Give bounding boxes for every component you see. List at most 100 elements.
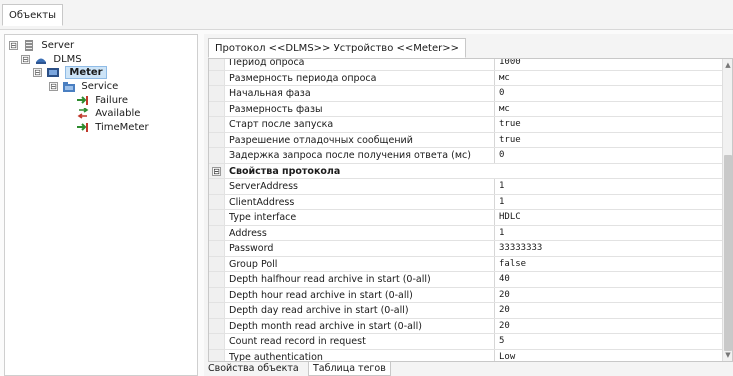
tree-label-meter: Meter [65,66,107,79]
row-gutter [209,225,225,240]
tree-label-available: Available [95,108,141,119]
property-value[interactable]: 20 [499,303,719,318]
property-row[interactable]: Password 33333333 [209,241,723,257]
property-row[interactable]: Период опроса 1000 [209,59,723,71]
row-gutter [209,241,225,256]
row-gutter [209,334,225,349]
property-name: Count read record in request [229,334,495,349]
tab-objects[interactable]: Объекты [2,4,64,26]
tree-label-failure: Failure [95,95,129,106]
property-row[interactable]: Depth halfhour read archive in start (0-… [209,272,723,288]
top-tab-strip: Объекты [0,0,733,30]
tree-item-server[interactable]: ⊟ Server [9,39,74,53]
property-value[interactable]: HDLC [499,210,719,225]
property-value[interactable]: мс [499,71,719,86]
property-value[interactable]: мс [499,102,719,117]
tree-item-meter[interactable]: ⊟ Meter [33,66,107,80]
property-name: Depth day read archive in start (0-all) [229,303,495,318]
property-grid[interactable]: Период опроса 1000 Размерность периода опр… [208,58,733,362]
property-row[interactable]: Размерность периода опроса мс [209,70,723,86]
scroll-up-icon[interactable]: ▲ [723,59,732,71]
row-gutter [209,148,225,163]
scroll-thumb[interactable] [724,155,732,351]
folder-icon [63,81,76,92]
scroll-down-icon[interactable]: ▼ [723,349,732,361]
tree-item-service[interactable]: ⊟ Service [49,80,118,94]
property-value[interactable]: 1 [499,195,719,210]
protocol-icon [35,54,47,65]
property-row[interactable]: Address 1 [209,225,723,241]
tree-label-dlms: DLMS [53,54,82,65]
property-row[interactable]: Type interface HDLC [209,210,723,226]
row-gutter [209,194,225,209]
property-row[interactable]: Старт после запуска true [209,117,723,133]
property-row[interactable]: Depth day read archive in start (0-all) 2… [209,303,723,319]
tree-item-failure[interactable]: Failure [77,94,128,108]
collapse-icon[interactable]: ⊟ [49,81,58,91]
property-panel: Протокол <<DLMS>> Устройство <<Meter>> П… [204,34,733,376]
property-row[interactable]: Depth month read archive in start (0-all… [209,318,723,334]
property-value[interactable]: 5 [499,334,719,349]
property-rows: Период опроса 1000 Размерность периода опр… [209,59,723,362]
tag-arrow-icon [77,122,89,133]
property-value[interactable]: 1 [499,179,719,194]
tab-protocol-device[interactable]: Протокол <<DLMS>> Устройство <<Meter>> [208,38,466,58]
property-name: Depth month read archive in start (0-all… [229,318,495,333]
property-row[interactable]: Размерность фазы мс [209,101,723,117]
row-gutter [209,59,225,70]
property-row[interactable]: ServerAddress 1 [209,179,723,195]
property-value[interactable]: true [499,117,719,132]
property-row[interactable]: Count read record in request 5 [209,334,723,350]
row-gutter [209,287,225,302]
property-category-row[interactable]: ⊟ Свойства протокола [209,163,723,179]
tree-label-server: Server [41,40,75,51]
property-row[interactable]: Type authentication Low [209,349,723,362]
property-row[interactable]: Разрешение отладочных сообщений true [209,132,723,148]
property-name: Type interface [229,210,495,225]
row-gutter [209,70,225,85]
tree-label-timemeter: TimeMeter [95,122,149,133]
row-gutter [209,318,225,333]
vertical-scrollbar[interactable]: ▲ ▼ [722,59,732,361]
collapse-icon[interactable]: ⊟ [9,40,18,50]
row-gutter [209,117,225,132]
property-value[interactable]: 40 [499,272,719,287]
property-name: Depth halfhour read archive in start (0-… [229,272,495,287]
collapse-icon[interactable]: ⊟ [212,166,221,176]
property-name: Размерность периода опроса [229,70,495,85]
row-gutter [209,179,225,194]
property-value[interactable]: 0 [499,86,719,101]
tab-object-properties[interactable]: Свойства объекта [204,362,303,376]
tab-tag-table[interactable]: Таблица тегов [308,362,391,376]
tree-item-available[interactable]: Available [77,106,141,121]
property-value[interactable]: 1 [499,226,719,241]
property-row[interactable]: Начальная фаза 0 [209,86,723,102]
property-name: ClientAddress [229,194,495,209]
object-tree[interactable]: ⊟ Server ⊟ DLMS ⊟ Meter ⊟ Service Failur… [4,34,198,376]
property-value[interactable]: 20 [499,288,719,303]
property-name: Период опроса [229,59,495,70]
property-value[interactable]: true [499,133,719,148]
row-gutter: ⊟ [209,163,225,178]
property-value[interactable]: 20 [499,319,719,334]
property-value[interactable]: 0 [499,148,719,163]
property-name: ServerAddress [229,179,495,194]
tree-item-timemeter[interactable]: TimeMeter [77,121,149,135]
row-gutter [209,210,225,225]
property-row[interactable]: Group Poll false [209,256,723,272]
property-name: Address [229,225,495,240]
collapse-icon[interactable]: ⊟ [21,54,30,64]
property-value[interactable]: Low [499,350,719,362]
property-row[interactable]: ClientAddress 1 [209,194,723,210]
property-name: Размерность фазы [229,101,495,116]
tree-item-dlms[interactable]: ⊟ DLMS [21,53,82,67]
collapse-icon[interactable]: ⊟ [33,67,42,77]
property-row[interactable]: Depth hour read archive in start (0-all)… [209,287,723,303]
server-icon [23,39,35,51]
property-value[interactable]: 1000 [499,59,719,70]
property-row[interactable]: Задержка запроса после получения ответа … [209,148,723,164]
row-gutter [209,303,225,318]
property-value[interactable]: false [499,257,719,272]
device-icon [47,67,60,78]
property-value[interactable]: 33333333 [499,241,719,256]
